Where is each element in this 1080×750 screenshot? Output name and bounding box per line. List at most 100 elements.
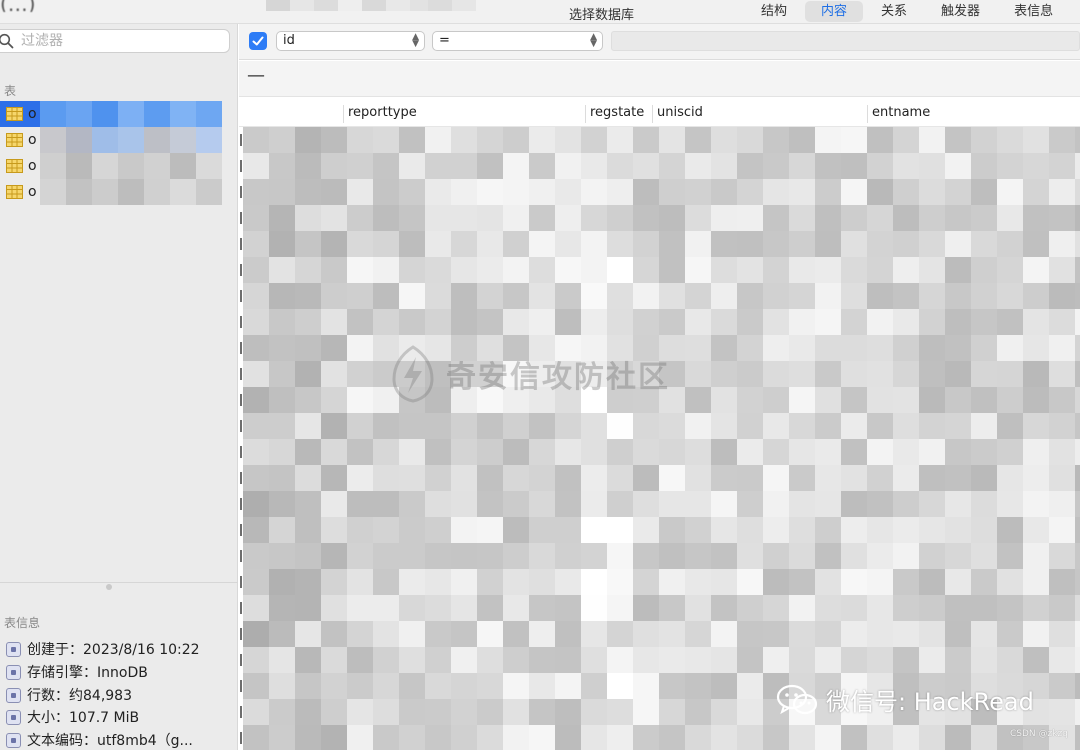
redacted-cell[interactable] [711, 621, 737, 647]
redacted-cell[interactable] [321, 257, 347, 283]
redacted-cell[interactable] [555, 647, 581, 673]
split-handle-icon[interactable] [106, 584, 112, 590]
redacted-cell[interactable] [1023, 387, 1049, 413]
redacted-cell[interactable] [815, 413, 841, 439]
redacted-cell[interactable] [1049, 543, 1075, 569]
redacted-cell[interactable] [373, 569, 399, 595]
redacted-cell[interactable] [997, 439, 1023, 465]
redacted-cell[interactable] [269, 595, 295, 621]
redacted-cell[interactable] [321, 439, 347, 465]
redacted-cell[interactable] [867, 543, 893, 569]
redacted-cell[interactable] [451, 205, 477, 231]
table-row[interactable] [243, 595, 1080, 621]
redacted-cell[interactable] [763, 283, 789, 309]
redacted-cell[interactable] [269, 361, 295, 387]
redacted-cell[interactable] [269, 335, 295, 361]
redacted-cell[interactable] [529, 699, 555, 725]
redacted-cell[interactable] [399, 543, 425, 569]
redacted-cell[interactable] [503, 413, 529, 439]
redacted-cell[interactable] [347, 517, 373, 543]
table-row[interactable] [243, 205, 1080, 231]
redacted-cell[interactable] [451, 647, 477, 673]
redacted-cell[interactable] [581, 543, 607, 569]
redacted-cell[interactable] [529, 439, 555, 465]
redacted-cell[interactable] [893, 127, 919, 153]
redacted-cell[interactable] [269, 127, 295, 153]
redacted-cell[interactable] [737, 491, 763, 517]
redacted-cell[interactable] [425, 413, 451, 439]
redacted-cell[interactable] [347, 387, 373, 413]
redacted-cell[interactable] [425, 309, 451, 335]
redacted-cell[interactable] [503, 517, 529, 543]
redacted-cell[interactable] [373, 543, 399, 569]
redacted-cell[interactable] [529, 127, 555, 153]
redacted-cell[interactable] [893, 335, 919, 361]
redacted-cell[interactable] [373, 283, 399, 309]
redacted-cell[interactable] [399, 699, 425, 725]
redacted-cell[interactable] [295, 231, 321, 257]
redacted-cell[interactable] [633, 439, 659, 465]
redacted-cell[interactable] [919, 153, 945, 179]
redacted-cell[interactable] [867, 517, 893, 543]
redacted-cell[interactable] [1049, 257, 1075, 283]
redacted-cell[interactable] [555, 621, 581, 647]
redacted-cell[interactable] [1075, 725, 1080, 750]
redacted-cell[interactable] [945, 439, 971, 465]
redacted-cell[interactable] [503, 543, 529, 569]
redacted-cell[interactable] [633, 179, 659, 205]
redacted-cell[interactable] [971, 543, 997, 569]
redacted-cell[interactable] [373, 153, 399, 179]
redacted-cell[interactable] [1049, 699, 1075, 725]
redacted-cell[interactable] [477, 699, 503, 725]
redacted-cell[interactable] [1075, 465, 1080, 491]
redacted-cell[interactable] [555, 543, 581, 569]
redacted-cell[interactable] [451, 231, 477, 257]
redacted-cell[interactable] [841, 517, 867, 543]
redacted-cell[interactable] [997, 127, 1023, 153]
redacted-cell[interactable] [425, 491, 451, 517]
redacted-cell[interactable] [1023, 179, 1049, 205]
redacted-cell[interactable] [659, 127, 685, 153]
redacted-cell[interactable] [659, 179, 685, 205]
redacted-cell[interactable] [815, 257, 841, 283]
redacted-cell[interactable] [373, 257, 399, 283]
redacted-cell[interactable] [269, 465, 295, 491]
redacted-cell[interactable] [477, 465, 503, 491]
redacted-cell[interactable] [529, 595, 555, 621]
redacted-cell[interactable] [893, 517, 919, 543]
redacted-cell[interactable] [685, 283, 711, 309]
redacted-cell[interactable] [503, 439, 529, 465]
redacted-cell[interactable] [763, 231, 789, 257]
redacted-cell[interactable] [867, 335, 893, 361]
redacted-cell[interactable] [711, 543, 737, 569]
redacted-cell[interactable] [659, 595, 685, 621]
redacted-cell[interactable] [945, 205, 971, 231]
redacted-cell[interactable] [763, 595, 789, 621]
redacted-cell[interactable] [711, 231, 737, 257]
redacted-cell[interactable] [815, 387, 841, 413]
redacted-cell[interactable] [503, 699, 529, 725]
redacted-cell[interactable] [451, 673, 477, 699]
redacted-cell[interactable] [815, 647, 841, 673]
redacted-cell[interactable] [659, 517, 685, 543]
redacted-cell[interactable] [555, 465, 581, 491]
redacted-cell[interactable] [685, 465, 711, 491]
table-row[interactable] [243, 309, 1080, 335]
redacted-cell[interactable] [425, 283, 451, 309]
redacted-cell[interactable] [841, 335, 867, 361]
redacted-cell[interactable] [425, 517, 451, 543]
redacted-cell[interactable] [321, 231, 347, 257]
redacted-cell[interactable] [1049, 569, 1075, 595]
redacted-cell[interactable] [243, 413, 269, 439]
redacted-cell[interactable] [945, 543, 971, 569]
redacted-cell[interactable] [503, 595, 529, 621]
redacted-cell[interactable] [789, 647, 815, 673]
redacted-cell[interactable] [581, 127, 607, 153]
redacted-cell[interactable] [867, 127, 893, 153]
redacted-cell[interactable] [373, 491, 399, 517]
redacted-cell[interactable] [503, 257, 529, 283]
redacted-cell[interactable] [737, 647, 763, 673]
redacted-cell[interactable] [841, 543, 867, 569]
redacted-cell[interactable] [841, 725, 867, 750]
redacted-cell[interactable] [893, 387, 919, 413]
